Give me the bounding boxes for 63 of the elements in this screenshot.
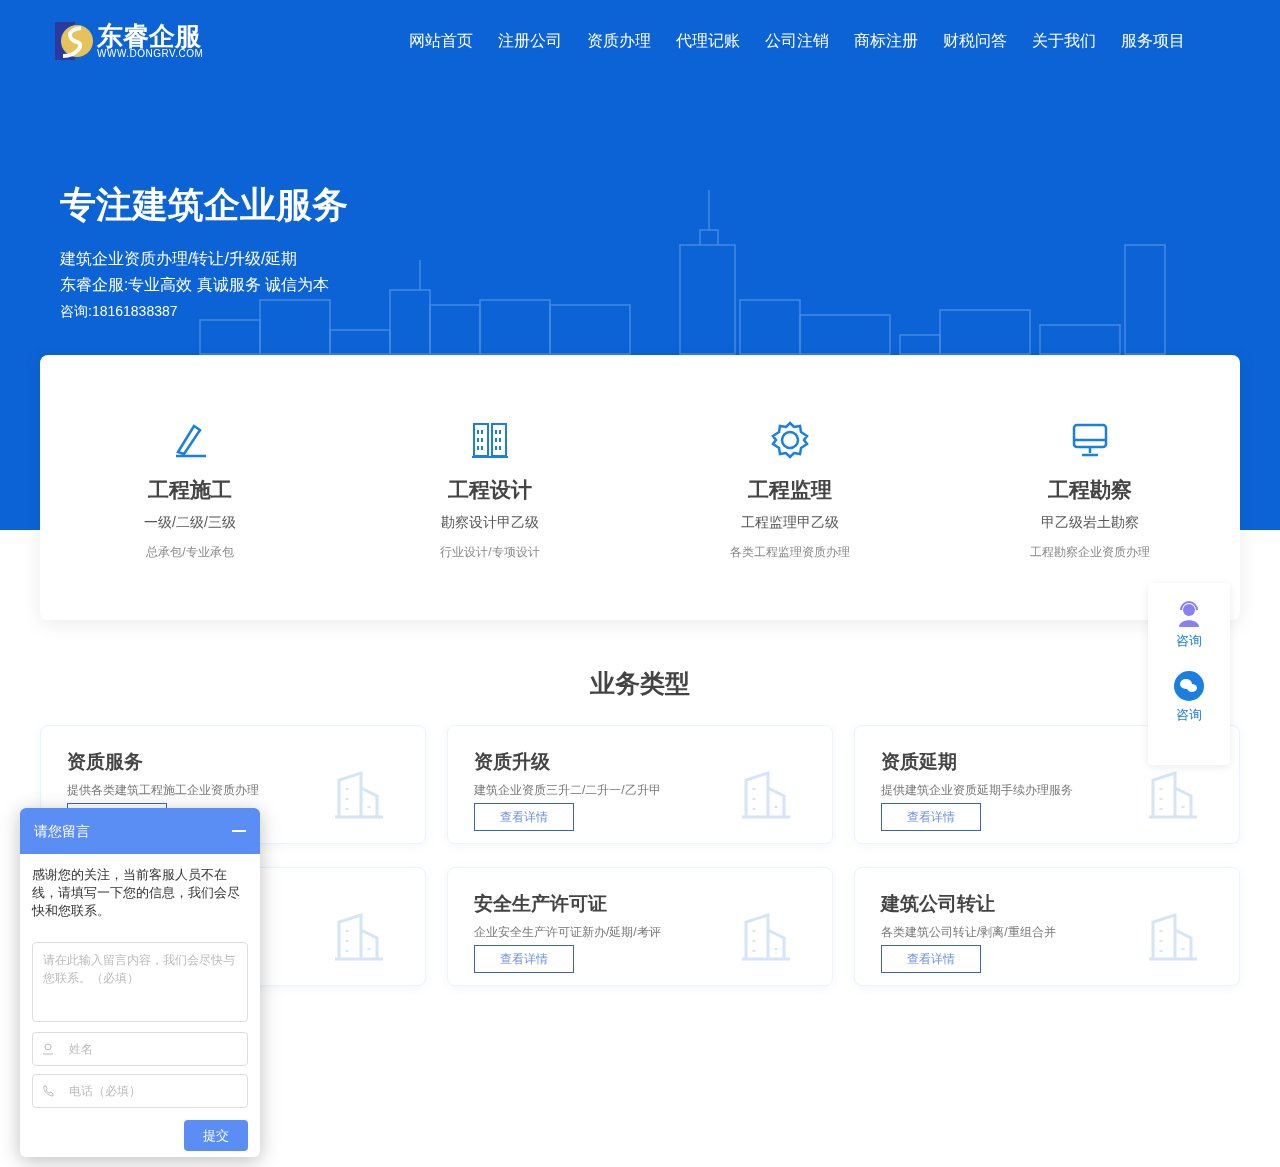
logo-url: WWW.DONGRV.COM [97,49,204,59]
details-button[interactable]: 查看详情 [474,802,574,831]
buildings-icon [470,420,510,460]
feature-title: 工程设计 [448,477,532,503]
details-button[interactable]: 查看详情 [881,944,981,973]
card-description: 建筑企业资质三升二/二升一/乙升甲 [474,781,662,799]
building-icon [740,769,792,820]
feature-note: 总承包/专业承包 [146,543,234,561]
section-title: 业务类型 [590,668,690,699]
card-description: 各类建筑公司转让/剥离/重组合并 [881,923,1057,941]
building-icon [1147,911,1199,962]
nav-link[interactable]: 财税问答 [943,29,1007,53]
nav-link[interactable]: 代理记账 [676,29,740,53]
feature-subtitle: 一级/二级/三级 [144,512,236,532]
building-icon [740,911,792,962]
logo-name: 东睿企服 [97,23,201,49]
nav-link[interactable]: 服务项目 [1121,29,1185,53]
feature-title: 工程监理 [748,477,832,503]
message-field[interactable]: 请在此输入留言内容，我们会尽快与您联系。（必填） [32,942,248,1022]
person-icon [42,1043,54,1055]
feature-subtitle: 工程监理甲乙级 [741,512,839,532]
feature-subtitle: 勘察设计甲乙级 [441,512,539,532]
card-description: 提供建筑企业资质延期手续办理服务 [881,781,1074,799]
nav-link[interactable]: 注册公司 [498,29,562,53]
feature-title: 工程施工 [148,477,232,503]
nav-link[interactable]: 公司注销 [765,29,829,53]
nav-link[interactable]: 商标注册 [854,29,918,53]
hero-phone: 咨询:18161838387 [60,302,179,321]
details-button[interactable]: 查看详情 [474,944,574,973]
hero-title: 专注建筑企业服务 [60,187,349,223]
phone-icon [42,1085,54,1097]
feature-title: 工程勘察 [1048,477,1132,503]
wechat-icon[interactable] [1174,670,1204,701]
feature-subtitle: 甲乙级岩土勘察 [1041,512,1139,532]
name-field[interactable]: 姓名 [32,1032,248,1066]
logo-icon [55,22,93,60]
building-icon [333,911,385,962]
nav-link[interactable]: 网站首页 [409,29,473,53]
consult-link[interactable]: 咨询 [1176,631,1202,651]
gear-icon [770,420,810,460]
consult-link[interactable]: 咨询 [1176,704,1202,724]
nav-link[interactable]: 关于我们 [1032,29,1096,53]
hero-tagline: 建筑企业资质办理/转让/升级/延期 [60,249,299,269]
card-title: 资质升级 [474,751,551,771]
building-icon [1147,769,1199,820]
feature-note: 工程勘察企业资质办理 [1030,543,1150,561]
card-description: 企业安全生产许可证新办/延期/考评 [474,923,662,941]
phone-field[interactable]: 电话（必填） [32,1074,248,1108]
card-title: 安全生产许可证 [474,893,608,913]
building-icon [333,769,385,820]
hero-tagline: 东睿企服:专业高效 真诚服务 诚信为本 [60,275,331,295]
feature-note: 行业设计/专项设计 [440,543,540,561]
chat-intro: 感谢您的关注，当前客服人员不在线，请填写一下您的信息，我们会尽快和您联系。 [32,866,241,920]
headset-agent-icon[interactable] [1176,601,1202,627]
nav-link[interactable]: 资质办理 [587,29,651,53]
card-title: 建筑公司转让 [881,893,996,913]
card-title: 资质服务 [67,751,144,771]
card-title: 资质延期 [881,751,958,771]
card-description: 提供各类建筑工程施工企业资质办理 [67,781,260,799]
feature-note: 各类工程监理资质办理 [730,543,850,561]
submit-button[interactable]: 提交 [184,1120,248,1151]
details-button[interactable]: 查看详情 [881,802,981,831]
chat-title: 请您留言 [34,821,90,841]
